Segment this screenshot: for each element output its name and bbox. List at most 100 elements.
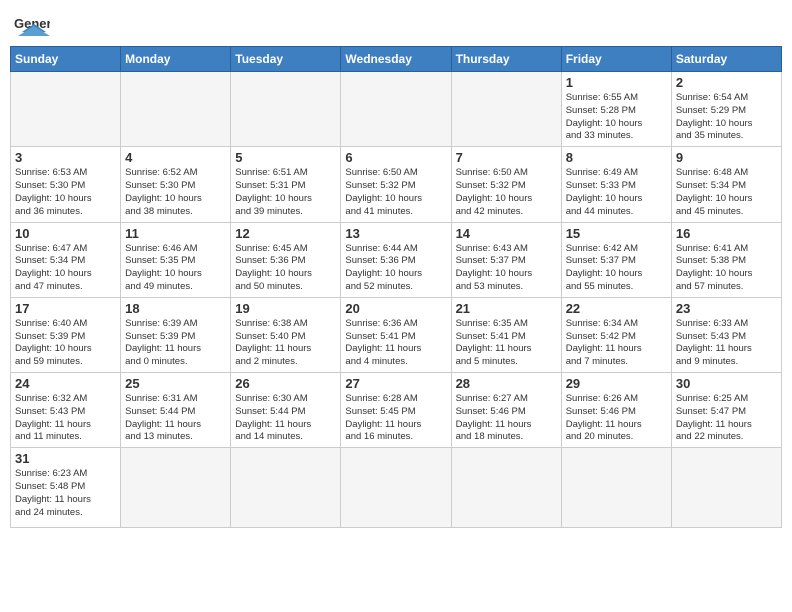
day-info: Sunrise: 6:48 AM Sunset: 5:34 PM Dayligh… [676, 167, 777, 218]
day-number: 3 [15, 150, 116, 165]
day-number: 9 [676, 150, 777, 165]
calendar-cell: 26Sunrise: 6:30 AM Sunset: 5:44 PM Dayli… [231, 373, 341, 448]
day-number: 25 [125, 376, 226, 391]
day-number: 1 [566, 75, 667, 90]
calendar-cell: 27 Sunrise: 6:28 AM Sunset: 5:45 PM Dayli… [341, 373, 451, 448]
day-info: Sunrise: 6:26 AM Sunset: 5:46 PM Dayligh… [566, 393, 667, 444]
calendar-cell: 7Sunrise: 6:50 AM Sunset: 5:32 PM Daylig… [451, 147, 561, 222]
calendar-cell: 6Sunrise: 6:50 AM Sunset: 5:32 PM Daylig… [341, 147, 451, 222]
day-number: 8 [566, 150, 667, 165]
day-info: Sunrise: 6:54 AM Sunset: 5:29 PM Dayligh… [676, 92, 777, 143]
day-info: Sunrise: 6:50 AM Sunset: 5:32 PM Dayligh… [456, 167, 557, 218]
calendar-cell: 30Sunrise: 6:25 AM Sunset: 5:47 PM Dayli… [671, 373, 781, 448]
calendar-cell: 12 Sunrise: 6:45 AM Sunset: 5:36 PM Dayli… [231, 222, 341, 297]
day-info: Sunrise: 6:52 AM Sunset: 5:30 PM Dayligh… [125, 167, 226, 218]
day-number: 15 [566, 226, 667, 241]
day-info: Sunrise: 6:44 AM Sunset: 5:36 PM Dayligh… [345, 243, 446, 294]
day-number: 24 [15, 376, 116, 391]
calendar-cell: 28Sunrise: 6:27 AM Sunset: 5:46 PM Dayli… [451, 373, 561, 448]
calendar-cell: 17 Sunrise: 6:40 AM Sunset: 5:39 PM Dayli… [11, 297, 121, 372]
day-info: Sunrise: 6:33 AM Sunset: 5:43 PM Dayligh… [676, 318, 777, 369]
calendar-cell: 3 Sunrise: 6:53 AM Sunset: 5:30 PM Daylig… [11, 147, 121, 222]
calendar-cell [121, 72, 231, 147]
calendar-table: SundayMondayTuesdayWednesdayThursdayFrid… [10, 46, 782, 528]
day-number: 27 [345, 376, 446, 391]
calendar-cell [11, 72, 121, 147]
weekday-header-sunday: Sunday [11, 47, 121, 72]
day-info: Sunrise: 6:46 AM Sunset: 5:35 PM Dayligh… [125, 243, 226, 294]
calendar-cell [231, 72, 341, 147]
weekday-header-saturday: Saturday [671, 47, 781, 72]
day-info: Sunrise: 6:36 AM Sunset: 5:41 PM Dayligh… [345, 318, 446, 369]
day-number: 5 [235, 150, 336, 165]
day-info: Sunrise: 6:53 AM Sunset: 5:30 PM Dayligh… [15, 167, 116, 218]
calendar-cell: 8Sunrise: 6:49 AM Sunset: 5:33 PM Daylig… [561, 147, 671, 222]
day-info: Sunrise: 6:55 AM Sunset: 5:28 PM Dayligh… [566, 92, 667, 143]
calendar-week-row: 24 Sunrise: 6:32 AM Sunset: 5:43 PM Dayli… [11, 373, 782, 448]
calendar-cell: 24 Sunrise: 6:32 AM Sunset: 5:43 PM Dayli… [11, 373, 121, 448]
calendar-cell [671, 448, 781, 528]
day-info: Sunrise: 6:41 AM Sunset: 5:38 PM Dayligh… [676, 243, 777, 294]
calendar-cell [231, 448, 341, 528]
weekday-header-thursday: Thursday [451, 47, 561, 72]
day-info: Sunrise: 6:42 AM Sunset: 5:37 PM Dayligh… [566, 243, 667, 294]
calendar-cell: 19 Sunrise: 6:38 AM Sunset: 5:40 PM Dayli… [231, 297, 341, 372]
day-info: Sunrise: 6:45 AM Sunset: 5:36 PM Dayligh… [235, 243, 336, 294]
day-number: 10 [15, 226, 116, 241]
calendar-cell: 4 Sunrise: 6:52 AM Sunset: 5:30 PM Daylig… [121, 147, 231, 222]
page-header: General [10, 10, 782, 40]
logo: General [14, 10, 54, 40]
calendar-cell: 18 Sunrise: 6:39 AM Sunset: 5:39 PM Dayli… [121, 297, 231, 372]
calendar-cell: 29 Sunrise: 6:26 AM Sunset: 5:46 PM Dayli… [561, 373, 671, 448]
day-info: Sunrise: 6:23 AM Sunset: 5:48 PM Dayligh… [15, 468, 116, 519]
day-number: 31 [15, 451, 116, 466]
calendar-cell: 22 Sunrise: 6:34 AM Sunset: 5:42 PM Dayli… [561, 297, 671, 372]
calendar-cell: 16 Sunrise: 6:41 AM Sunset: 5:38 PM Dayli… [671, 222, 781, 297]
calendar-week-row: 1 Sunrise: 6:55 AM Sunset: 5:28 PM Daylig… [11, 72, 782, 147]
day-number: 19 [235, 301, 336, 316]
generalblue-logo-icon: General [14, 10, 50, 40]
day-number: 4 [125, 150, 226, 165]
calendar-cell: 13 Sunrise: 6:44 AM Sunset: 5:36 PM Dayli… [341, 222, 451, 297]
day-number: 28 [456, 376, 557, 391]
weekday-header-tuesday: Tuesday [231, 47, 341, 72]
calendar-cell: 31 Sunrise: 6:23 AM Sunset: 5:48 PM Dayli… [11, 448, 121, 528]
weekday-header-friday: Friday [561, 47, 671, 72]
day-info: Sunrise: 6:35 AM Sunset: 5:41 PM Dayligh… [456, 318, 557, 369]
calendar-cell: 11Sunrise: 6:46 AM Sunset: 5:35 PM Dayli… [121, 222, 231, 297]
weekday-header-wednesday: Wednesday [341, 47, 451, 72]
calendar-cell: 9 Sunrise: 6:48 AM Sunset: 5:34 PM Daylig… [671, 147, 781, 222]
day-number: 18 [125, 301, 226, 316]
calendar-cell: 2Sunrise: 6:54 AM Sunset: 5:29 PM Daylig… [671, 72, 781, 147]
day-info: Sunrise: 6:28 AM Sunset: 5:45 PM Dayligh… [345, 393, 446, 444]
day-number: 17 [15, 301, 116, 316]
day-number: 16 [676, 226, 777, 241]
day-info: Sunrise: 6:32 AM Sunset: 5:43 PM Dayligh… [15, 393, 116, 444]
day-info: Sunrise: 6:43 AM Sunset: 5:37 PM Dayligh… [456, 243, 557, 294]
day-info: Sunrise: 6:31 AM Sunset: 5:44 PM Dayligh… [125, 393, 226, 444]
day-info: Sunrise: 6:25 AM Sunset: 5:47 PM Dayligh… [676, 393, 777, 444]
day-info: Sunrise: 6:39 AM Sunset: 5:39 PM Dayligh… [125, 318, 226, 369]
day-info: Sunrise: 6:30 AM Sunset: 5:44 PM Dayligh… [235, 393, 336, 444]
day-number: 21 [456, 301, 557, 316]
day-number: 12 [235, 226, 336, 241]
day-info: Sunrise: 6:38 AM Sunset: 5:40 PM Dayligh… [235, 318, 336, 369]
day-info: Sunrise: 6:34 AM Sunset: 5:42 PM Dayligh… [566, 318, 667, 369]
calendar-week-row: 10 Sunrise: 6:47 AM Sunset: 5:34 PM Dayli… [11, 222, 782, 297]
day-info: Sunrise: 6:40 AM Sunset: 5:39 PM Dayligh… [15, 318, 116, 369]
calendar-cell: 25 Sunrise: 6:31 AM Sunset: 5:44 PM Dayli… [121, 373, 231, 448]
weekday-header-monday: Monday [121, 47, 231, 72]
calendar-cell: 23 Sunrise: 6:33 AM Sunset: 5:43 PM Dayli… [671, 297, 781, 372]
day-number: 29 [566, 376, 667, 391]
calendar-cell [451, 72, 561, 147]
calendar-cell: 10 Sunrise: 6:47 AM Sunset: 5:34 PM Dayli… [11, 222, 121, 297]
day-number: 20 [345, 301, 446, 316]
calendar-cell [341, 448, 451, 528]
day-info: Sunrise: 6:50 AM Sunset: 5:32 PM Dayligh… [345, 167, 446, 218]
day-number: 23 [676, 301, 777, 316]
day-info: Sunrise: 6:47 AM Sunset: 5:34 PM Dayligh… [15, 243, 116, 294]
calendar-header-row: SundayMondayTuesdayWednesdayThursdayFrid… [11, 47, 782, 72]
day-number: 13 [345, 226, 446, 241]
day-number: 22 [566, 301, 667, 316]
day-info: Sunrise: 6:51 AM Sunset: 5:31 PM Dayligh… [235, 167, 336, 218]
